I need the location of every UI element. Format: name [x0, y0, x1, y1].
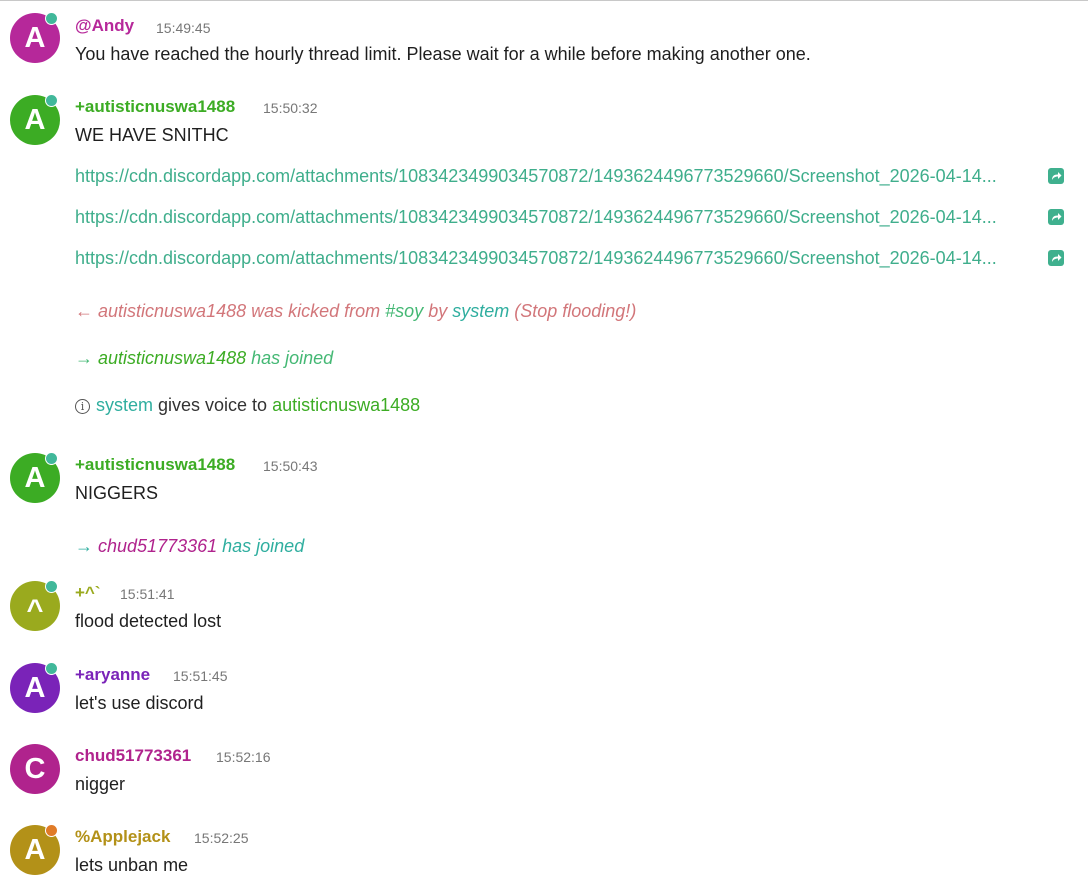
online-status-dot	[45, 580, 58, 593]
nickname[interactable]: +^`	[75, 583, 101, 603]
channel-name[interactable]: #soy	[385, 301, 423, 321]
voice-event: i system gives voice to autisticnuswa1488	[75, 394, 420, 416]
nickname[interactable]: +aryanne	[75, 665, 150, 685]
nickname[interactable]: %Applejack	[75, 827, 170, 847]
top-divider	[0, 0, 1088, 1]
join-text: has joined	[217, 536, 305, 556]
timestamp: 15:50:32	[263, 100, 318, 116]
message-text: flood detected lost	[75, 611, 222, 631]
timestamp: 15:49:45	[156, 20, 211, 36]
attachment-link[interactable]: https://cdn.discordapp.com/attachments/1…	[75, 165, 997, 187]
attachment-link[interactable]: https://cdn.discordapp.com/attachments/1…	[75, 206, 997, 228]
left-arrow-icon: ←	[75, 301, 93, 321]
share-arrow-icon[interactable]	[1048, 209, 1064, 225]
kicker-user[interactable]: system	[452, 301, 509, 321]
message-text: NIGGERS	[75, 483, 159, 503]
right-arrow-icon: →	[75, 348, 93, 368]
voice-target[interactable]: autisticnuswa1488	[272, 395, 420, 415]
share-arrow-icon[interactable]	[1048, 168, 1064, 184]
avatar[interactable]: C	[10, 744, 60, 794]
message-text: let's use discord	[75, 693, 204, 713]
share-arrow-icon[interactable]	[1048, 250, 1064, 266]
kick-text: was kicked from	[246, 301, 386, 321]
message-text: You have reached the hourly thread limit…	[75, 44, 811, 64]
info-icon: i	[75, 399, 90, 414]
nickname[interactable]: +autisticnuswa1488	[75, 97, 235, 117]
kick-by-text: by	[423, 301, 453, 321]
message-text: lets unban me	[75, 855, 189, 875]
nickname[interactable]: +autisticnuswa1488	[75, 455, 235, 475]
online-status-dot	[45, 12, 58, 25]
joined-user[interactable]: autisticnuswa1488	[98, 348, 246, 368]
timestamp: 15:52:25	[194, 830, 249, 846]
kicked-user[interactable]: autisticnuswa1488	[98, 301, 246, 321]
online-status-dot	[45, 662, 58, 675]
kick-event: ← autisticnuswa1488 was kicked from #soy…	[75, 300, 636, 322]
kick-reason: (Stop flooding!)	[509, 301, 637, 321]
timestamp: 15:52:16	[216, 749, 271, 765]
online-status-dot	[45, 452, 58, 465]
right-arrow-icon: →	[75, 536, 93, 556]
voice-text: gives voice to	[153, 395, 273, 415]
nickname[interactable]: @Andy	[75, 16, 134, 36]
online-status-dot	[45, 94, 58, 107]
attachment-link[interactable]: https://cdn.discordapp.com/attachments/1…	[75, 247, 997, 269]
away-status-dot	[45, 824, 58, 837]
timestamp: 15:50:43	[263, 458, 318, 474]
joined-user[interactable]: chud51773361	[98, 536, 217, 556]
join-event: → chud51773361 has joined	[75, 535, 304, 557]
join-text: has joined	[246, 348, 334, 368]
join-event: → autisticnuswa1488 has joined	[75, 347, 333, 369]
timestamp: 15:51:41	[120, 586, 175, 602]
voice-actor[interactable]: system	[96, 395, 153, 415]
message-text: WE HAVE SNITHC	[75, 125, 229, 145]
timestamp: 15:51:45	[173, 668, 228, 684]
message-text: nigger	[75, 774, 126, 794]
nickname[interactable]: chud51773361	[75, 746, 191, 766]
